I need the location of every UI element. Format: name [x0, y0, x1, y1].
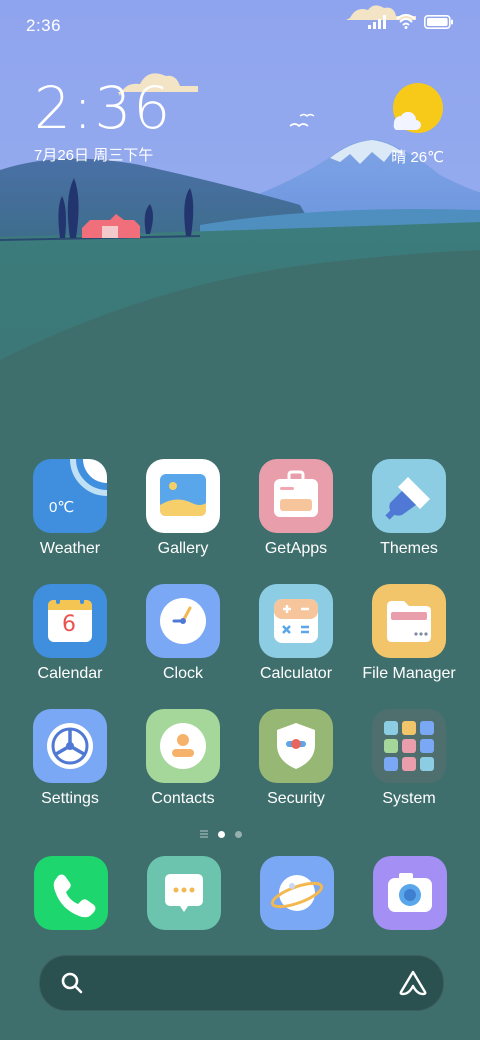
clock-icon — [146, 584, 220, 658]
app-label: GetApps — [264, 540, 328, 557]
weather-widget-text: 晴 26℃ — [391, 149, 444, 166]
app-settings[interactable]: Settings — [14, 709, 126, 819]
app-security[interactable]: Security — [240, 709, 352, 819]
folder-icon — [372, 584, 446, 658]
camera-icon[interactable] — [373, 856, 447, 930]
assistant-icon[interactable] — [399, 970, 427, 996]
app-system-folder[interactable]: System — [353, 709, 465, 819]
app-weather[interactable]: 0℃ Weather — [14, 459, 126, 569]
app-calendar[interactable]: 6 Calendar — [14, 584, 126, 694]
app-contacts[interactable]: Contacts — [127, 709, 239, 819]
app-clock[interactable]: Clock — [127, 584, 239, 694]
weather-widget[interactable]: 晴 26℃ — [391, 146, 444, 167]
page-dot[interactable] — [235, 830, 242, 838]
app-label: Calendar — [37, 665, 103, 682]
page-list-icon[interactable] — [200, 830, 208, 838]
app-label: System — [382, 790, 436, 807]
phone-icon[interactable] — [34, 856, 108, 930]
app-file-manager[interactable]: File Manager — [353, 584, 465, 694]
getapps-icon — [259, 459, 333, 533]
search-icon[interactable] — [60, 971, 84, 995]
weather-icon: 0℃ — [33, 459, 107, 533]
browser-icon[interactable] — [260, 856, 334, 930]
battery-icon — [424, 14, 453, 29]
themes-icon — [372, 459, 446, 533]
app-label: Settings — [41, 790, 99, 807]
status-time: 2:36 — [26, 16, 62, 35]
app-label: Security — [267, 790, 325, 807]
page-dot-active[interactable] — [218, 830, 225, 838]
clock-widget-date: 7月26日 周三下午 — [34, 147, 154, 164]
calendar-icon-day: 6 — [62, 612, 76, 637]
app-label: Contacts — [151, 790, 215, 807]
app-label: Weather — [39, 540, 101, 557]
app-label: File Manager — [362, 665, 456, 682]
app-themes[interactable]: Themes — [353, 459, 465, 569]
app-calculator[interactable]: Calculator — [240, 584, 352, 694]
app-label: Clock — [162, 665, 203, 682]
gallery-icon — [146, 459, 220, 533]
app-label: Themes — [380, 540, 438, 557]
clock-widget[interactable]: 2:36 7月26日 周三下午 — [34, 76, 172, 165]
app-label: Gallery — [157, 540, 209, 557]
system-folder-icon — [372, 709, 446, 783]
clock-widget-time: 2:36 — [34, 74, 173, 142]
status-bar: 2:36 — [0, 0, 480, 50]
wifi-icon — [396, 14, 416, 29]
signal-icon — [368, 14, 386, 29]
weather-icon-temp: 0℃ — [49, 499, 75, 516]
search-bar[interactable] — [39, 955, 444, 1011]
settings-icon — [33, 709, 107, 783]
app-label: Calculator — [259, 665, 333, 682]
status-icons — [368, 14, 454, 29]
security-icon — [259, 709, 333, 783]
messages-icon[interactable] — [147, 856, 221, 930]
page-indicator[interactable] — [200, 830, 242, 838]
app-getapps[interactable]: GetApps — [240, 459, 352, 569]
calendar-icon: 6 — [33, 584, 107, 658]
calculator-icon — [259, 584, 333, 658]
app-gallery[interactable]: Gallery — [127, 459, 239, 569]
contacts-icon — [146, 709, 220, 783]
